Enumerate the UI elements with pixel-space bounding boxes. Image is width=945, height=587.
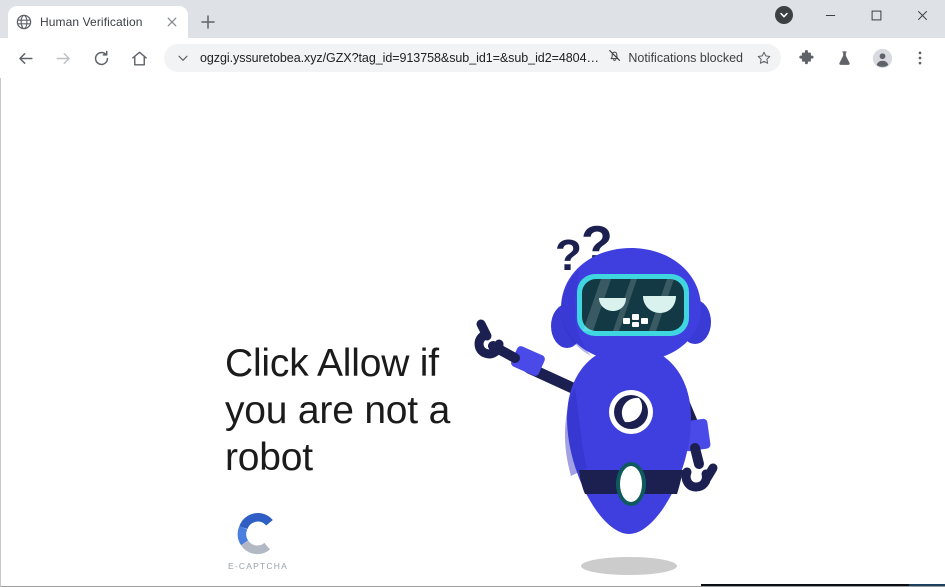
forward-button[interactable] xyxy=(49,44,77,72)
home-icon xyxy=(131,51,147,66)
close-icon[interactable] xyxy=(164,14,180,30)
maximize-icon xyxy=(871,10,881,20)
star-icon[interactable] xyxy=(753,47,775,69)
puzzle-icon xyxy=(798,49,814,64)
close-icon xyxy=(917,10,927,20)
download-chevron-icon xyxy=(775,6,793,24)
plus-icon xyxy=(201,15,215,29)
reload-button[interactable] xyxy=(87,44,115,72)
window-controls xyxy=(761,0,945,38)
robot-body xyxy=(565,340,691,534)
page-viewport: Click Allow if you are not a robot E-CAP… xyxy=(0,78,945,587)
browser-toolbar: ogzgi.yssuretobea.xyz/GZX?tag_id=913758&… xyxy=(0,38,945,78)
arrow-back-icon xyxy=(18,52,33,64)
home-button[interactable] xyxy=(125,44,153,72)
close-window-button[interactable] xyxy=(899,0,945,30)
profile-button[interactable] xyxy=(868,44,896,72)
three-dot-menu-icon xyxy=(918,51,922,65)
minimize-button[interactable] xyxy=(807,0,853,30)
maximize-button[interactable] xyxy=(853,0,899,30)
tab-title: Human Verification xyxy=(40,15,143,29)
flask-icon xyxy=(838,50,850,65)
captcha-brand: E-CAPTCHA xyxy=(227,512,289,571)
ellipse-shadow xyxy=(581,557,677,575)
extensions-button[interactable] xyxy=(792,44,820,72)
globe-icon xyxy=(16,14,32,30)
labs-button[interactable] xyxy=(830,44,858,72)
confused-robot-illustration: ? ? xyxy=(471,216,741,578)
notifications-blocked-label: Notifications blocked xyxy=(628,51,743,65)
minimize-icon xyxy=(825,14,835,16)
e-captcha-c-logo xyxy=(236,512,280,556)
reload-icon xyxy=(94,50,108,65)
new-tab-button[interactable] xyxy=(194,8,222,36)
notifications-blocked-indicator[interactable]: Notifications blocked xyxy=(601,46,749,70)
page-headline: Click Allow if you are not a robot xyxy=(225,342,451,479)
arrow-forward-icon xyxy=(55,52,70,64)
chrome-menu-button[interactable] xyxy=(906,44,934,72)
browser-window: Human Verification ogzgi.yssuretobea.xyz… xyxy=(0,0,945,587)
chevron-down-icon[interactable] xyxy=(174,49,192,67)
bell-slash-icon xyxy=(607,48,622,68)
captcha-brand-name: E-CAPTCHA xyxy=(228,561,288,571)
download-indicator-button[interactable] xyxy=(761,0,807,30)
tab-strip: Human Verification xyxy=(0,0,945,38)
person-avatar-icon xyxy=(872,48,892,68)
address-bar[interactable]: ogzgi.yssuretobea.xyz/GZX?tag_id=913758&… xyxy=(164,44,781,72)
browser-tab-human-verification[interactable]: Human Verification xyxy=(8,6,188,38)
robot-chest-gem xyxy=(609,390,653,434)
url-text[interactable]: ogzgi.yssuretobea.xyz/GZX?tag_id=913758&… xyxy=(200,51,601,65)
back-button[interactable] xyxy=(11,44,39,72)
